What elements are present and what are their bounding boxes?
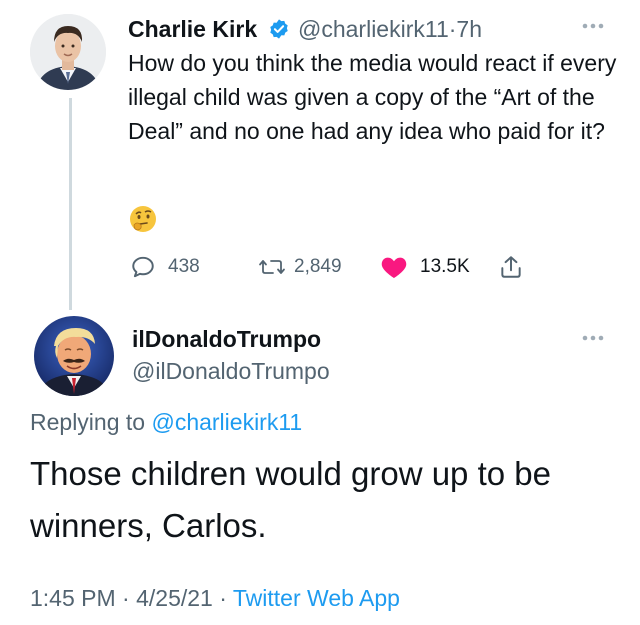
replying-to-label: Replying to [30,409,146,435]
heart-filled-icon [381,257,407,279]
share-icon [501,256,521,278]
meta-separator-1: · [122,585,130,611]
retweet-button[interactable]: 2,849 [258,252,358,282]
tweet-timestamp-line: 1:45 PM · 4/25/21 · Twitter Web App [30,582,400,614]
replying-to-mention-link[interactable]: @charliekirk11 [151,409,302,435]
reply-button[interactable]: 438 [130,252,220,282]
tweet-source-app-link[interactable]: Twitter Web App [233,585,400,611]
parent-author-name[interactable]: Charlie Kirk [128,14,257,44]
share-button[interactable] [498,252,528,282]
replying-to-line: Replying to @charliekirk11 [30,406,302,438]
tweet-date[interactable]: 4/25/21 [136,585,213,611]
verified-badge-icon [268,18,290,40]
parent-author-handle[interactable]: @charliekirk11 [298,16,449,42]
parent-author-handle-and-time[interactable]: @charliekirk11·7h [298,14,482,44]
tweet-time[interactable]: 1:45 PM [30,585,116,611]
thinking-face-emoji-icon [128,204,158,234]
reply-tweet-text: Those children would grow up to be winne… [30,455,551,544]
retweet-icon [259,260,285,274]
reply-count: 438 [168,256,200,277]
reply-author-handle[interactable]: @ilDonaldoTrumpo [132,356,330,386]
ildonaldotrumpo-avatar[interactable] [34,316,114,396]
reply-author-name[interactable]: ilDonaldoTrumpo [132,324,321,354]
thread-connector-line [69,98,72,310]
like-count: 13.5K [420,256,470,277]
meta-separator-2: · [219,585,227,611]
like-button[interactable]: 13.5K [380,252,480,282]
parent-tweet-time[interactable]: 7h [456,16,482,42]
parent-more-options-icon[interactable] [576,16,610,36]
parent-tweet-text: How do you think the media would react i… [128,50,617,144]
reply-more-options-icon[interactable] [576,328,610,348]
charlie-kirk-avatar[interactable] [30,14,106,90]
retweet-count: 2,849 [294,256,342,277]
reply-icon [132,256,154,278]
